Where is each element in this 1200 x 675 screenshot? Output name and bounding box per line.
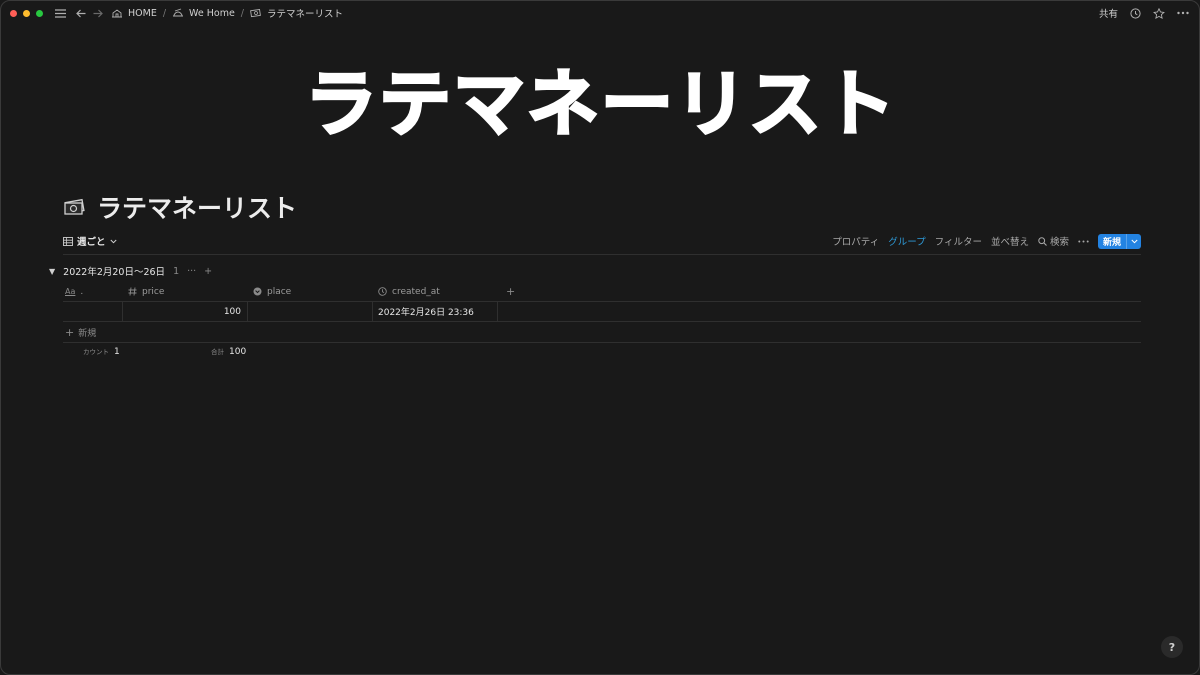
money-bills-icon[interactable] xyxy=(63,196,87,218)
dishes-icon xyxy=(173,8,184,17)
search-label: 検索 xyxy=(1049,237,1069,248)
view-tab-weekly[interactable]: 週ごと xyxy=(63,234,117,248)
minimize-window-button[interactable] xyxy=(23,9,30,17)
filter-button[interactable]: フィルター xyxy=(935,234,982,248)
help-button[interactable]: ? xyxy=(1161,636,1183,658)
search-icon xyxy=(1038,236,1047,246)
column-header-place[interactable]: place xyxy=(248,282,373,301)
properties-button[interactable]: プロパティ xyxy=(832,234,879,248)
chevron-down-icon[interactable] xyxy=(1126,233,1141,249)
calc-count-value: 1 xyxy=(114,347,120,357)
forward-arrow-icon[interactable] xyxy=(93,9,103,18)
number-icon xyxy=(128,287,137,296)
breadcrumb-label: ラテマネーリスト xyxy=(267,9,344,20)
page-title[interactable]: ラテマネーリスト xyxy=(97,189,297,225)
group-add-button[interactable]: + xyxy=(204,266,212,277)
clock-icon xyxy=(378,287,387,296)
search-button[interactable]: 検索 xyxy=(1038,234,1069,248)
text-icon: Aa xyxy=(65,287,76,296)
breadcrumb-label: HOME xyxy=(128,7,157,19)
add-column-button[interactable]: + xyxy=(498,282,515,301)
column-label: . xyxy=(80,286,84,297)
more-options-icon[interactable] xyxy=(1177,11,1189,15)
group-button[interactable]: グループ xyxy=(888,234,925,248)
sidebar-menu-icon[interactable] xyxy=(55,8,66,18)
chevron-down-icon xyxy=(109,239,117,243)
column-header-price[interactable]: price xyxy=(123,282,248,301)
breadcrumb-separator: / xyxy=(162,7,167,19)
column-label: created_at xyxy=(392,286,440,297)
house-sketch-icon xyxy=(112,9,122,18)
maximize-window-button[interactable] xyxy=(36,9,43,17)
column-label: price xyxy=(142,286,165,297)
cell-price[interactable]: 100 xyxy=(123,302,248,321)
breadcrumb-current-page[interactable]: ラテマネーリスト xyxy=(250,6,343,20)
breadcrumb-we-home[interactable]: We Home xyxy=(172,8,235,19)
add-new-row-button[interactable]: + 新規 xyxy=(63,323,1141,343)
star-favorite-icon[interactable] xyxy=(1153,7,1165,19)
new-row-label: 新規 xyxy=(78,329,97,339)
page-header: ラテマネーリスト xyxy=(63,189,297,225)
database-table: Aa . price place created_at + 100 2022年2… xyxy=(63,282,1141,322)
divider xyxy=(63,254,1141,255)
calc-count[interactable]: カウント 1 xyxy=(83,346,120,357)
group-more-button[interactable]: ··· xyxy=(187,266,196,277)
money-bills-icon xyxy=(250,8,261,18)
new-record-button[interactable]: 新規 xyxy=(1097,233,1141,249)
history-clock-icon[interactable] xyxy=(1130,7,1141,19)
calc-sum-value: 100 xyxy=(229,347,247,357)
view-actions: プロパティ グループ フィルター 並べ替え 検索 新規 xyxy=(832,233,1141,249)
title-bar: HOME / We Home / ラテマネーリスト 共有 xyxy=(1,1,1199,25)
window-controls xyxy=(10,9,43,17)
calc-sum-label: 合計 xyxy=(211,348,224,356)
breadcrumb-separator: / xyxy=(240,7,244,19)
plus-icon: + xyxy=(65,326,75,339)
share-button[interactable]: 共有 xyxy=(1099,6,1118,20)
close-window-button[interactable] xyxy=(10,9,17,17)
breadcrumb-label: We Home xyxy=(189,7,235,19)
more-options-icon[interactable] xyxy=(1078,240,1089,243)
new-record-label: 新規 xyxy=(1102,237,1121,248)
calc-sum[interactable]: 合計 100 xyxy=(211,346,246,357)
toggle-triangle-icon[interactable]: ▼ xyxy=(49,267,55,276)
column-label: place xyxy=(267,286,292,297)
sort-button[interactable]: 並べ替え xyxy=(991,234,1029,248)
group-label[interactable]: 2022年2月20日〜26日 xyxy=(63,264,165,278)
cell-place[interactable] xyxy=(248,302,373,321)
title-bar-actions: 共有 xyxy=(1099,1,1189,25)
group-header: ▼ 2022年2月20日〜26日 1 ··· + xyxy=(49,264,212,279)
breadcrumb-home[interactable]: HOME xyxy=(111,8,157,19)
column-header-title[interactable]: Aa . xyxy=(63,282,123,301)
table-header-row: Aa . price place created_at + xyxy=(63,282,1141,302)
back-arrow-icon[interactable] xyxy=(76,9,86,18)
database-view-bar: 週ごと プロパティ グループ フィルター 並べ替え 検索 新規 xyxy=(63,231,1141,251)
app-window: HOME / We Home / ラテマネーリスト 共有 ラテマネーリスト ラテ… xyxy=(0,0,1200,675)
calc-count-label: カウント xyxy=(83,348,109,356)
select-icon xyxy=(253,287,262,296)
cover-title: ラテマネーリスト xyxy=(303,61,897,148)
group-count: 1 xyxy=(173,265,180,277)
view-tab-label: 週ごと xyxy=(77,237,106,248)
cell-created-at[interactable]: 2022年2月26日 23:36 xyxy=(373,302,498,321)
breadcrumb: HOME / We Home / ラテマネーリスト xyxy=(111,6,343,20)
cell-title[interactable] xyxy=(63,302,123,321)
table-icon xyxy=(63,236,73,246)
column-header-created-at[interactable]: created_at xyxy=(373,282,498,301)
table-row[interactable]: 100 2022年2月26日 23:36 xyxy=(63,302,1141,322)
